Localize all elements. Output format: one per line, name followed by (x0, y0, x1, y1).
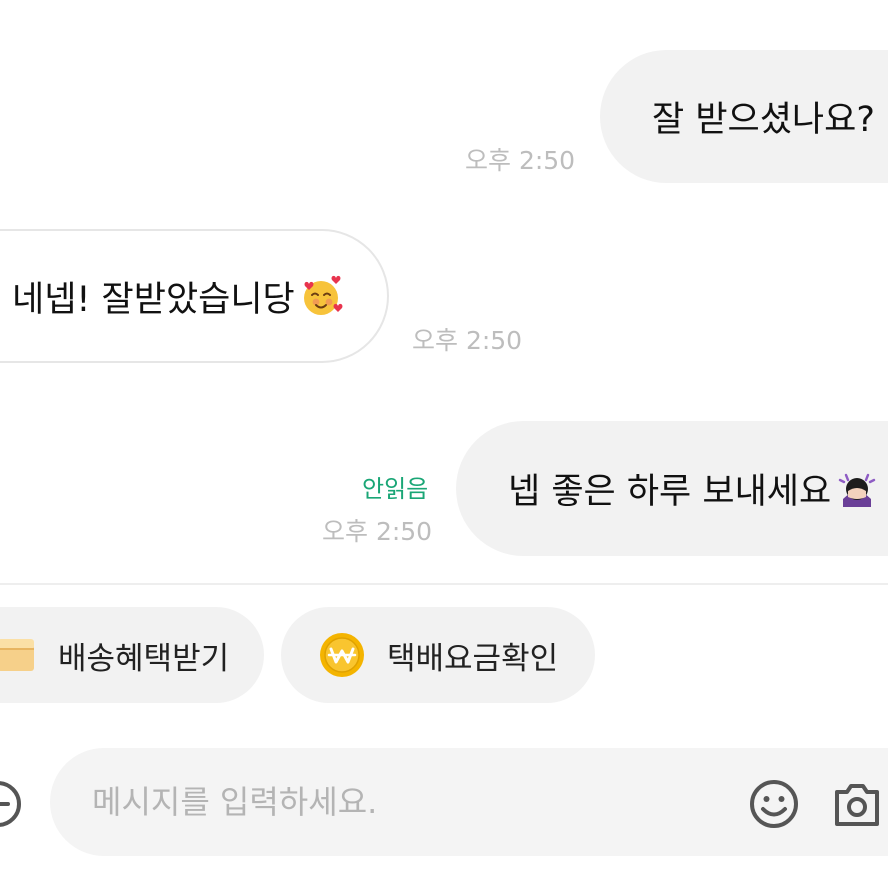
emoji-icon[interactable] (748, 778, 800, 830)
package-box-icon (0, 639, 34, 671)
quick-action-label: 택배요금확인 (387, 640, 559, 677)
message-input[interactable] (90, 782, 734, 822)
outgoing-message-bubble[interactable]: 잘 받으셨나요? (600, 50, 888, 183)
message-timestamp: 오후 2:50 (465, 146, 576, 175)
quick-action-label: 배송혜택받기 (58, 640, 230, 677)
chat-screen: 잘 받으셨나요? 오후 2:50 네넵! 잘받았습니당 오후 2:50 안읽음 … (0, 0, 888, 888)
add-icon[interactable] (0, 776, 24, 832)
divider (0, 583, 888, 585)
outgoing-message-bubble[interactable]: 넵 좋은 하루 보내세요 (456, 421, 888, 556)
quick-action-shipping-benefit[interactable]: 배송혜택받기 (0, 607, 264, 703)
won-coin-icon (320, 633, 364, 677)
incoming-message-bubble[interactable]: 네넵! 잘받았습니당 (0, 229, 389, 363)
message-text: 잘 받으셨나요? (652, 100, 875, 140)
camera-icon[interactable] (832, 780, 882, 828)
girl-bowing-emoji (838, 473, 876, 507)
message-timestamp: 오후 2:50 (322, 517, 433, 546)
unread-status: 안읽음 (362, 475, 429, 503)
message-text: 넵 좋은 하루 보내세요 (508, 472, 832, 512)
message-text: 네넵! 잘받았습니당 (12, 279, 295, 320)
smiling-face-with-hearts-emoji (303, 275, 343, 315)
message-timestamp: 오후 2:50 (412, 326, 523, 355)
quick-action-parcel-rate[interactable]: 택배요금확인 (281, 607, 595, 703)
